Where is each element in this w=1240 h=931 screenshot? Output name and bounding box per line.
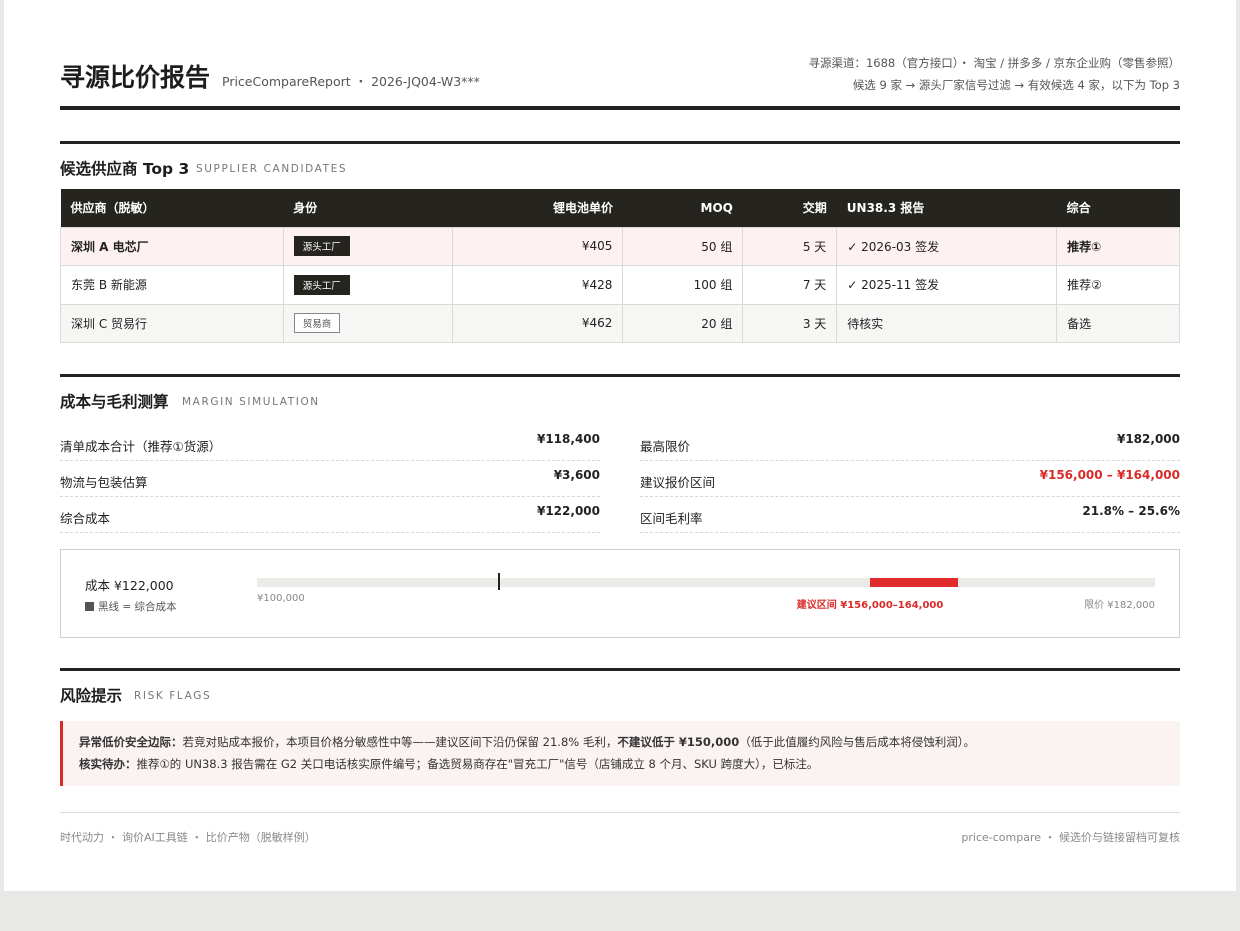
risk-line-2: 核实待办：推荐①的 UN38.3 报告需在 G2 关口电话核实原件编号；备选贸易… xyxy=(79,756,818,772)
legend-text: 黑线 = 综合成本 xyxy=(98,601,177,613)
suppliers-subtitle: SUPPLIER CANDIDATES xyxy=(196,163,348,175)
range-label: 建议区间 ¥156,000–164,000 xyxy=(796,600,944,611)
margin-label: 清单成本合计（推荐①货源） xyxy=(60,439,222,454)
cost-marker xyxy=(497,573,500,590)
un383-cell: ✓ 2025-11 签发 xyxy=(836,265,1058,305)
risk-line-1-strong: 不建议低于 ¥150,000 xyxy=(617,735,740,749)
sourcing-channels: 寻源渠道：1688（官方接口）・ 淘宝 / 拼多多 / 京东企业购（零售参照） … xyxy=(808,52,1180,96)
risk-callout: 异常低价安全边际：若竞对贴成本报价，本项目价格分敏感性中等——建议区间下沿仍保留… xyxy=(60,721,1180,786)
margin-label: 物流与包装估算 xyxy=(60,475,148,490)
margin-value: ¥156,000 – ¥164,000 xyxy=(1039,468,1180,482)
table-row: 东莞 B 新能源 源头工厂 ¥428 100 组 7 天 ✓ 2025-11 签… xyxy=(60,265,1180,305)
margin-row-total-cost: 综合成本 ¥122,000 xyxy=(60,497,600,533)
moq-cell: 100 组 xyxy=(622,265,744,305)
overall-cell: 推荐② xyxy=(1056,265,1180,305)
legend-square-icon xyxy=(85,602,94,611)
margin-label: 综合成本 xyxy=(60,511,111,526)
risk-line-2-body: 推荐①的 UN38.3 报告需在 G2 关口电话核实原件编号；备选贸易商存在"冒… xyxy=(136,757,819,771)
risk-line-1-body: 若竞对贴成本报价，本项目价格分敏感性中等——建议区间下沿仍保留 21.8% 毛利… xyxy=(182,735,618,749)
identity-cell: 源头工厂 xyxy=(282,265,453,305)
risk-line-2-head: 核实待办： xyxy=(79,757,137,771)
margin-row-bom-cost: 清单成本合计（推荐①货源） ¥118,400 xyxy=(60,425,600,461)
margin-row-logistics: 物流与包装估算 ¥3,600 xyxy=(60,461,600,497)
footer-left: 时代动力 ・ 询价AI工具链 ・ 比价产物（脱敏样例） xyxy=(60,831,316,844)
suppliers-title: 候选供应商 Top 3 xyxy=(60,160,190,178)
table-header-row: 供应商（脱敏） 身份 锂电池单价 MOQ 交期 UN38.3 报告 综合 xyxy=(60,189,1180,227)
risk-line-1: 异常低价安全边际：若竞对贴成本报价，本项目价格分敏感性中等——建议区间下沿仍保留… xyxy=(79,734,975,750)
margin-value: ¥182,000 xyxy=(1116,432,1180,446)
channels-line-1: 寻源渠道：1688（官方接口）・ 淘宝 / 拼多多 / 京东企业购（零售参照） xyxy=(808,56,1180,70)
overall-cell: 推荐① xyxy=(1056,226,1180,266)
identity-badge: 源头工厂 xyxy=(293,274,350,295)
margin-section-header: 成本与毛利测算 MARGIN SIMULATION xyxy=(60,374,1180,411)
risk-subtitle: RISK FLAGS xyxy=(134,690,212,702)
lead-time-cell: 3 天 xyxy=(742,303,838,343)
lead-time-cell: 7 天 xyxy=(742,265,838,305)
table-row: 深圳 C 贸易行 贸易商 ¥462 20 组 3 天 待核实 备选 xyxy=(60,303,1180,343)
col-header-moq: MOQ xyxy=(622,189,743,227)
margin-label: 区间毛利率 xyxy=(640,511,703,526)
suggested-range-fill xyxy=(870,578,958,587)
un383-cell: 待核实 xyxy=(836,303,1058,343)
margin-value: ¥3,600 xyxy=(553,468,600,482)
supplier-table: 供应商（脱敏） 身份 锂电池单价 MOQ 交期 UN38.3 报告 综合 深圳 … xyxy=(60,189,1180,343)
lead-time-cell: 5 天 xyxy=(742,226,838,266)
risk-section-header: 风险提示 RISK FLAGS xyxy=(60,668,1180,705)
bar-track xyxy=(257,573,1155,590)
supplier-name: 深圳 A 电芯厂 xyxy=(60,226,284,266)
un383-cell: ✓ 2026-03 签发 xyxy=(836,226,1058,266)
price-range-bar: 成本 ¥122,000 黑线 = 综合成本 ¥100,000 建议区间 ¥156… xyxy=(60,549,1180,638)
moq-cell: 50 组 xyxy=(622,226,744,266)
cost-label: 成本 ¥122,000 xyxy=(85,578,174,593)
scale-min-label: ¥100,000 xyxy=(257,593,305,604)
margin-subtitle: MARGIN SIMULATION xyxy=(182,396,320,408)
margin-label: 最高限价 xyxy=(640,439,691,454)
report-code: PriceCompareReport ・ 2026-JQ04-W3*** xyxy=(222,74,480,89)
col-header-overall: 综合 xyxy=(1056,189,1180,227)
margin-value: 21.8% – 25.6% xyxy=(1082,504,1180,518)
supplier-name: 东莞 B 新能源 xyxy=(60,265,284,305)
price-cell: ¥428 xyxy=(451,265,624,305)
margin-value: ¥122,000 xyxy=(536,504,600,518)
col-header-price: 锂电池单价 xyxy=(452,189,623,227)
price-cell: ¥462 xyxy=(451,303,624,343)
overall-cell: 备选 xyxy=(1056,303,1180,343)
risk-line-1-tail: （低于此值履约风险与售后成本将侵蚀利润）。 xyxy=(739,735,975,749)
moq-cell: 20 组 xyxy=(622,303,744,343)
scale-max-label: 限价 ¥182,000 xyxy=(1084,600,1155,611)
price-cell: ¥405 xyxy=(451,226,624,266)
supplier-name: 深圳 C 贸易行 xyxy=(60,303,284,343)
margin-row-quote-range: 建议报价区间 ¥156,000 – ¥164,000 xyxy=(640,461,1180,497)
footer-right: price-compare ・ 候选价与链接留档可复核 xyxy=(961,831,1180,844)
risk-title: 风险提示 xyxy=(60,687,123,705)
identity-badge: 源头工厂 xyxy=(293,236,350,257)
page-footer: 时代动力 ・ 询价AI工具链 ・ 比价产物（脱敏样例） price-compar… xyxy=(60,812,1180,844)
col-header-supplier: 供应商（脱敏） xyxy=(60,189,284,227)
identity-badge: 贸易商 xyxy=(293,313,341,334)
page-title: 寻源比价报告 xyxy=(60,63,211,92)
risk-line-1-head: 异常低价安全边际： xyxy=(79,735,183,749)
report-page: 寻源比价报告 PriceCompareReport ・ 2026-JQ04-W3… xyxy=(4,0,1236,891)
margin-title: 成本与毛利测算 xyxy=(60,393,169,411)
identity-cell: 贸易商 xyxy=(282,303,453,343)
bar-legend: 黑线 = 综合成本 xyxy=(85,599,176,614)
identity-cell: 源头工厂 xyxy=(282,226,453,266)
margin-label: 建议报价区间 xyxy=(640,475,716,490)
col-header-lead-time: 交期 xyxy=(742,189,837,227)
channels-line-2: 候选 9 家 → 源头厂家信号过滤 → 有效候选 4 家，以下为 Top 3 xyxy=(852,78,1180,92)
col-header-identity: 身份 xyxy=(283,189,453,227)
col-header-un383: UN38.3 报告 xyxy=(836,189,1057,227)
table-row: 深圳 A 电芯厂 源头工厂 ¥405 50 组 5 天 ✓ 2026-03 签发… xyxy=(60,226,1180,266)
margin-row-max-price: 最高限价 ¥182,000 xyxy=(640,425,1180,461)
suppliers-section-header: 候选供应商 Top 3 SUPPLIER CANDIDATES xyxy=(60,141,1180,178)
margin-value: ¥118,400 xyxy=(536,432,600,446)
margin-row-gross-margin: 区间毛利率 21.8% – 25.6% xyxy=(640,497,1180,533)
report-header: 寻源比价报告 PriceCompareReport ・ 2026-JQ04-W3… xyxy=(60,48,1180,110)
